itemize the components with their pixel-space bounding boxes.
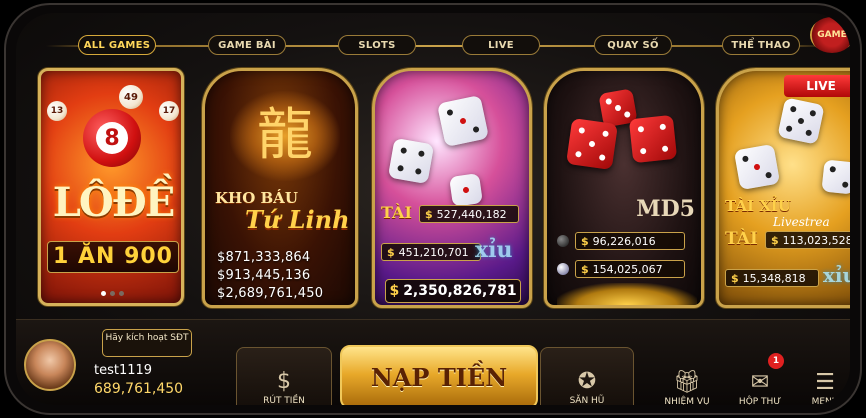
tab-the-thao[interactable]: THỂ THAO [722,35,800,55]
menu-button[interactable]: ☰ MENU [802,347,848,406]
user-balance: 689,761,450 [94,381,184,397]
livestream-label: Livestrea [773,215,830,229]
dragon-icon: 龍 [230,91,340,181]
jackpot-hunt-label: SĂN HŨ [569,396,605,405]
withdraw-label: RÚT TIỀN [263,396,305,405]
tab-live[interactable]: LIVE [462,35,540,55]
tai-label: TÀI [381,203,412,222]
withdraw-button[interactable]: $ RÚT TIỀN [236,347,332,405]
mail-icon: ✉ [750,370,770,395]
category-tabs: ALL GAMES GAME BÀI SLOTS LIVE QUAY SỐ TH… [16,35,850,57]
dice-icon [566,118,618,170]
lode-title: LÔĐỀ [52,179,175,226]
menu-label: MENU [811,397,839,405]
tulinh-title-line2: Tứ Linh [245,205,350,234]
username: test1119 [94,363,153,378]
live-badge: LIVE [784,75,850,97]
tulinh-jackpots: $871,333,864 $913,445,136 $2,689,761,450 [217,249,323,303]
dice-icon [777,97,825,145]
lottery-ball: 17 [159,101,179,121]
game-card-lode[interactable]: 13 49 17 8 LÔĐỀ 1 ĂN 900 [38,68,184,306]
jackpot-value: $871,333,864 [217,250,311,265]
lottery-ball: 49 [119,85,143,109]
xiu-jackpot: $451,210,701 [381,243,481,261]
tab-quay-so[interactable]: QUAY SỐ [594,35,672,55]
gift-icon: 🎁︎ [673,370,701,395]
jackpot-value: $913,445,136 [217,268,311,283]
lode-prize: 1 ĂN 900 [47,241,179,273]
avatar[interactable] [24,339,76,391]
live-tai-xiu-title: TÀI XỈU [725,197,791,215]
gold-coins-icon [557,283,697,305]
mail-count-badge: 1 [768,353,784,369]
carousel-dots [101,291,124,296]
dice-icon [821,159,850,195]
hamburger-icon: ☰ [815,370,835,395]
black-orb-icon [557,235,569,247]
tab-slots[interactable]: SLOTS [338,35,416,55]
mailbox-button[interactable]: ✉ HỘP THƯ 1 [730,347,790,405]
live-tai-jackpot: $113,023,528 [765,231,850,249]
missions-label: NHIỆM VỤ [664,397,710,405]
mailbox-label: HỘP THƯ [738,397,782,405]
jackpot-icon: ✪ [577,369,597,394]
tai-label: TÀI [725,229,758,249]
xiu-label: xỉu [475,237,513,263]
lottery-ball-number: 8 [96,122,128,154]
live-xiu-jackpot: $15,348,818 [725,269,819,287]
game-card-tu-linh[interactable]: 龍 KHO BÁU Tứ Linh $871,333,864 $913,445,… [202,68,358,308]
xiu-label: xỉu [823,263,850,287]
activate-phone-button[interactable]: Hãy kích hoạt SĐT [102,329,192,357]
md5-jackpot-black: $96,226,016 [575,232,685,250]
md5-jackpot-white: $154,025,067 [575,260,685,278]
dice-icon [733,143,781,191]
lottery-ball: 13 [47,101,67,121]
phone-frame: ALL GAMES GAME BÀI SLOTS LIVE QUAY SỐ TH… [4,3,862,415]
tab-all-games[interactable]: ALL GAMES [78,35,156,55]
game-lobby: ALL GAMES GAME BÀI SLOTS LIVE QUAY SỐ TH… [16,13,850,405]
jackpot-value: $2,689,761,450 [217,286,324,301]
tai-xiu-total-jackpot: $2,350,826,781 [385,279,521,303]
tai-jackpot: $527,440,182 [419,205,519,223]
deposit-button[interactable]: NẠP TIỀN [340,345,538,405]
game-card-live-tai-xiu[interactable]: LIVE TÀI XỈU Livestrea TÀI $113,023,528 … [716,68,850,308]
tab-game-bai[interactable]: GAME BÀI [208,35,286,55]
withdraw-icon: $ [277,369,291,394]
dice-icon [449,173,483,207]
missions-button[interactable]: 🎁︎ NHIỆM VỤ [652,347,722,406]
md5-label: MD5 [636,196,695,222]
game-card-tai-xiu[interactable]: TÀI $527,440,182 $451,210,701 xỉu $2,350… [372,68,532,308]
lottery-ball-main: 8 [83,109,141,167]
dice-icon [436,94,490,148]
jackpot-hunt-button[interactable]: ✪ SĂN HŨ [540,347,634,405]
game-card-md5[interactable]: MD5 $96,226,016 $154,025,067 [544,68,704,308]
dice-icon [628,114,678,164]
tabs-divider [46,45,830,47]
corner-game-badge[interactable]: GAME [810,17,850,53]
white-orb-icon [557,263,569,275]
dice-icon [387,137,435,185]
